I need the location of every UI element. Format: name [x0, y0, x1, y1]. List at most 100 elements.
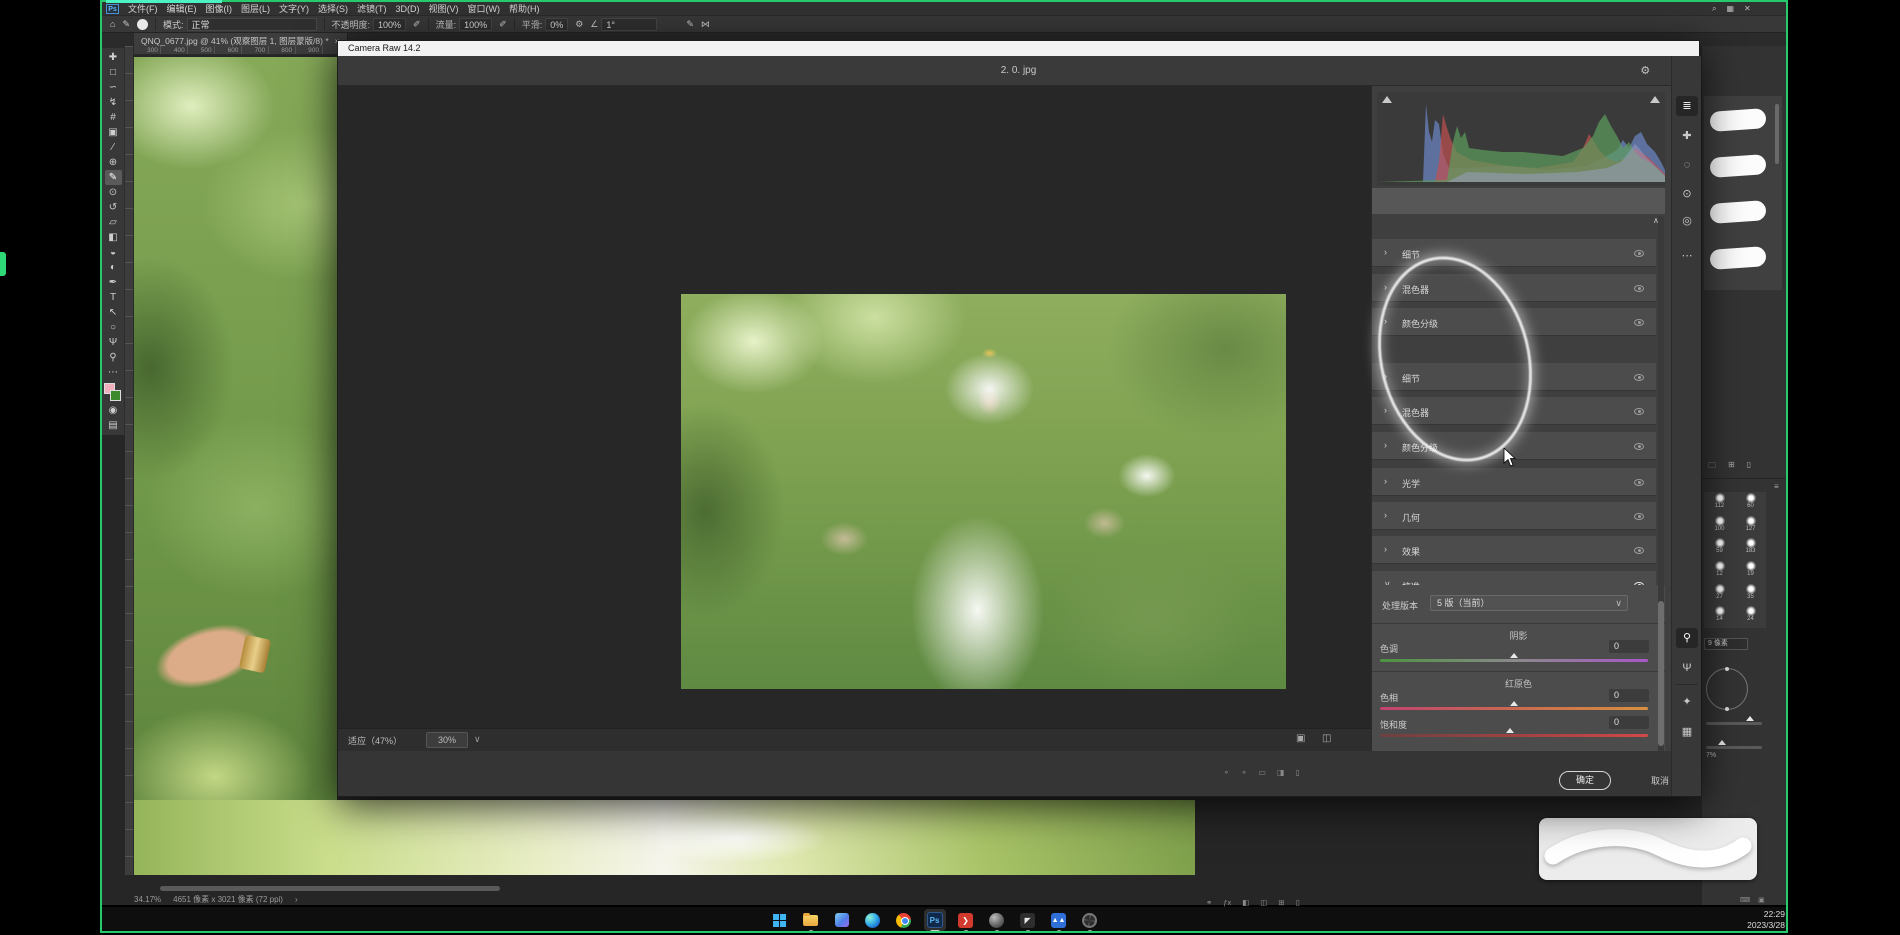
menu-layer[interactable]: 图层(L): [241, 2, 270, 15]
edit-sliders-icon[interactable]: ≣: [1676, 96, 1698, 116]
zoom-tool-icon[interactable]: ⚲: [1676, 628, 1698, 648]
new-brush-icon[interactable]: ⊞: [1728, 460, 1735, 474]
section-effects[interactable]: › 效果: [1372, 536, 1656, 564]
eye-icon[interactable]: [1634, 250, 1644, 257]
brush-preset[interactable]: 59: [1704, 537, 1735, 560]
path-select-tool[interactable]: ↖: [105, 305, 122, 320]
tint-slider[interactable]: [1380, 659, 1648, 662]
gradient-tool[interactable]: ◧: [105, 230, 122, 245]
process-version-select[interactable]: 5 版（当前） ∨: [1430, 595, 1628, 611]
more-tools-icon[interactable]: ⋯: [105, 365, 122, 380]
brush-tip-preview[interactable]: [137, 19, 148, 30]
hand-tool[interactable]: Ψ: [105, 335, 122, 350]
mode-select[interactable]: 正常: [187, 18, 317, 31]
section-detail[interactable]: › 细节: [1372, 239, 1656, 267]
brush-preset[interactable]: 183: [1735, 537, 1766, 560]
eye-icon[interactable]: [1634, 285, 1644, 292]
horizontal-scrollbar[interactable]: [160, 886, 500, 891]
view-icon[interactable]: ▭: [1258, 768, 1266, 777]
menu-type[interactable]: 文字(Y): [279, 2, 309, 15]
masking-icon[interactable]: ◌: [1676, 155, 1698, 175]
panel-menu-icon[interactable]: ≡: [1774, 482, 1779, 491]
brush-stroke-thumb[interactable]: [1709, 108, 1766, 132]
view-mode-icon[interactable]: ▣: [1296, 733, 1305, 744]
taskbar-dark-app[interactable]: ◤: [1017, 909, 1039, 931]
photo-preview[interactable]: [681, 294, 1286, 689]
hue-value[interactable]: 0: [1609, 689, 1649, 702]
background-color-swatch[interactable]: [110, 390, 121, 401]
smudge-tool[interactable]: ◒: [105, 245, 122, 260]
brush-size-field[interactable]: 9 像素: [1704, 638, 1748, 650]
section-optics[interactable]: › 光学: [1372, 468, 1656, 496]
frame-tool[interactable]: ▣: [105, 125, 122, 140]
history-brush-tool[interactable]: ↺: [105, 200, 122, 215]
taskbar-photos[interactable]: [831, 909, 853, 931]
brush-stroke-thumb[interactable]: [1709, 246, 1766, 270]
mask-icon[interactable]: ◧: [1242, 898, 1249, 907]
eye-icon[interactable]: [1634, 319, 1644, 326]
menu-file[interactable]: 文件(F): [128, 2, 158, 15]
shadow-clip-icon[interactable]: [1382, 96, 1392, 103]
before-after-icon[interactable]: ◫: [1322, 733, 1331, 744]
menu-image[interactable]: 图像(I): [206, 2, 233, 15]
more-options-icon[interactable]: ⋯: [1676, 246, 1698, 266]
menu-window[interactable]: 窗口(W): [468, 2, 501, 15]
saturation-slider[interactable]: [1380, 734, 1648, 737]
type-tool[interactable]: T: [105, 290, 122, 305]
taskbar-red-app[interactable]: ❯: [955, 909, 977, 931]
spot-heal-tool[interactable]: ⊕: [105, 155, 122, 170]
new-folder-icon[interactable]: 🗀: [1708, 460, 1716, 474]
brush-preset-icon[interactable]: ✎: [122, 19, 130, 30]
brush-preset[interactable]: 19: [1735, 560, 1766, 583]
camera-raw-titlebar[interactable]: Camera Raw 14.2: [338, 41, 1699, 56]
presets-icon[interactable]: ◎: [1676, 211, 1698, 231]
panel-scrollbar[interactable]: [1775, 104, 1779, 164]
red-eye-icon[interactable]: ⊙: [1676, 184, 1698, 204]
document-canvas-left[interactable]: [134, 57, 337, 875]
taskbar-photoshop[interactable]: Ps: [924, 909, 946, 931]
brush-preset[interactable]: 12: [1704, 560, 1735, 583]
crop-tool[interactable]: #: [105, 110, 122, 125]
keyboard-icon[interactable]: ⌨: [1740, 896, 1750, 904]
trash-icon[interactable]: ▯: [1296, 898, 1300, 907]
status-arrow-icon[interactable]: ›: [295, 895, 298, 904]
white-balance-icon[interactable]: ✦: [1676, 692, 1698, 712]
chevron-down-icon[interactable]: ∨: [474, 734, 481, 745]
brush-preset[interactable]: 100: [1704, 515, 1735, 538]
eye-icon[interactable]: [1634, 479, 1644, 486]
saturation-value[interactable]: 0: [1609, 716, 1649, 729]
panel-scrollbar[interactable]: [1658, 216, 1664, 751]
close-icon[interactable]: ✕: [1744, 4, 1751, 13]
new-layer-icon[interactable]: ⊞: [1278, 898, 1284, 907]
side-green-tab[interactable]: [0, 252, 6, 276]
cancel-button[interactable]: 取消: [1651, 774, 1669, 787]
section-detail-2[interactable]: › 细节: [1372, 363, 1656, 391]
brush-stroke-thumb[interactable]: [1709, 200, 1766, 224]
quick-mask-icon[interactable]: ◉: [105, 403, 122, 418]
zoom-fit-label[interactable]: 适应（47%）: [348, 734, 402, 747]
eye-icon[interactable]: [1634, 547, 1644, 554]
menu-filter[interactable]: 滤镜(T): [357, 2, 387, 15]
taskbar-file-explorer[interactable]: [800, 909, 822, 931]
brush-preset[interactable]: 35: [1735, 583, 1766, 606]
smoothing-gear-icon[interactable]: ⚙: [575, 19, 583, 30]
eye-icon[interactable]: [1634, 374, 1644, 381]
home-icon[interactable]: ⌂: [110, 19, 115, 29]
pen-tool[interactable]: ✒: [105, 275, 122, 290]
camera-raw-preview[interactable]: [338, 86, 1371, 728]
brush-settings-icon[interactable]: ✎: [686, 19, 694, 30]
trash-icon[interactable]: ▯: [1296, 768, 1300, 777]
split-icon[interactable]: ◨: [1277, 768, 1285, 777]
airbrush-flow-icon[interactable]: ✐: [499, 19, 507, 30]
search-icon[interactable]: ⌕: [1712, 4, 1716, 14]
zoom-level-select[interactable]: 30%: [426, 732, 468, 748]
taskbar-sphere-app[interactable]: [986, 909, 1008, 931]
taskbar-dial-app[interactable]: [1079, 909, 1101, 931]
healing-icon[interactable]: ✚: [1676, 126, 1698, 146]
shape-tool[interactable]: ○: [105, 320, 122, 335]
brush-tool[interactable]: ✎: [105, 170, 122, 185]
brush-angle-dial[interactable]: [1706, 668, 1748, 710]
opacity-value[interactable]: 100%: [373, 18, 406, 31]
section-color-grading[interactable]: › 颜色分级: [1372, 308, 1656, 336]
eye-icon[interactable]: [1634, 408, 1644, 415]
